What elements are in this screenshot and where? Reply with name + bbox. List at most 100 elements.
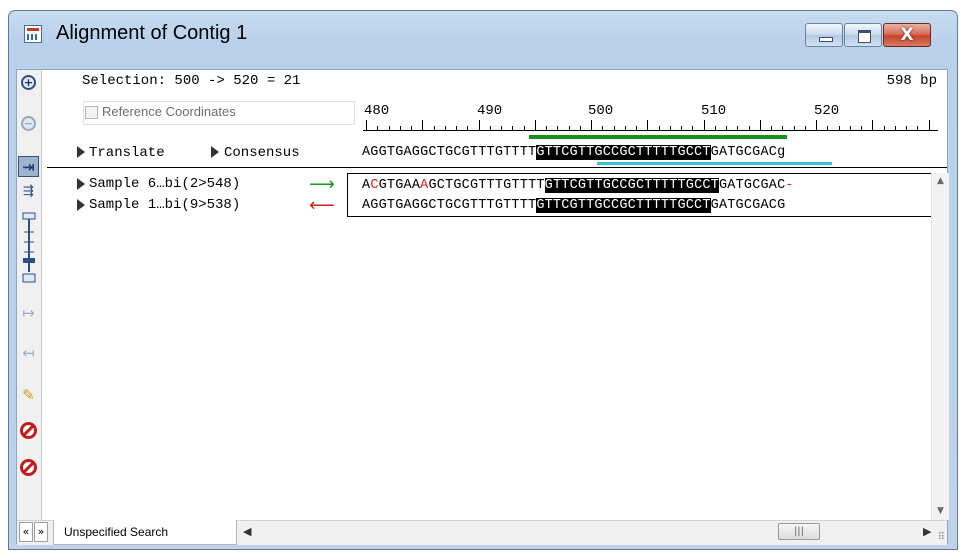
horizontal-scrollbar[interactable]: ◀ ||| ▶ (243, 523, 951, 543)
sample-sequence[interactable]: ACGTGAAAGCTGCGTTTGTTTTGTTCGTTGCCGCTTTTTG… (362, 178, 794, 193)
slider-tool[interactable] (18, 210, 39, 285)
alignment-view: + − ⇥ ⇶ ↦ ↤ ✎ Selection: 500 -> 520 = 21… (16, 69, 949, 545)
seq-segment: GCTGCGTTTGTTTT (428, 178, 545, 193)
window-title: Alignment of Contig 1 (56, 22, 248, 44)
ruler-tick (714, 126, 716, 130)
sample-sequence[interactable]: AGGTGAGGCTGCGTTTGTTTTGTTCGTTGCCGCTTTTTGC… (362, 198, 785, 213)
ruler-tick (489, 126, 491, 130)
consensus-expand-icon[interactable] (211, 146, 219, 158)
ruler-tick (782, 126, 784, 130)
translate-toggle[interactable]: Translate (89, 145, 165, 161)
maximize-button[interactable] (844, 23, 882, 47)
fit-width-button[interactable]: ⇥ (18, 156, 39, 177)
expand-icon: ⇶ (23, 184, 34, 199)
alignment-window: Alignment of Contig 1 X + − ⇥ ⇶ ↦ ↤ ✎ Se… (8, 10, 958, 550)
ruler-tick (467, 126, 469, 130)
ruler-tick (883, 126, 885, 130)
ruler-tick (737, 126, 739, 130)
ruler-tick (433, 126, 435, 130)
tab-unspecified-search[interactable]: Unspecified Search (53, 520, 237, 545)
seq-segment: AGGTGAGGCTGCGTTTGTTTT (362, 198, 537, 213)
ruler-tick (894, 126, 896, 130)
no-entry-alt-button[interactable] (18, 457, 39, 478)
scroll-up-icon[interactable]: ▲ (932, 173, 949, 190)
expand-button[interactable]: ⇶ (18, 181, 39, 202)
seq-gap: - (785, 178, 794, 193)
bottom-bar: « » Unspecified Search ◀ ||| ▶ ⠿ (17, 520, 947, 545)
seq-mismatch: C (370, 178, 379, 193)
shift-left-icon: ↤ (22, 343, 35, 362)
ruler-tick (906, 126, 907, 130)
ruler-tick (501, 126, 502, 130)
maximize-icon (858, 30, 871, 43)
ruler-tick (512, 126, 514, 130)
resize-grip-icon[interactable]: ⠿ (938, 532, 945, 543)
ruler-label: 500 (588, 103, 614, 119)
scroll-down-icon[interactable]: ▼ (932, 503, 949, 520)
seq-selection: GTTCGTTGCCGCTTTTTGCCT (536, 145, 711, 160)
app-icon[interactable] (24, 25, 42, 43)
seq-segment: AGGTGAGGCTGCGTTTGTTTT (362, 145, 537, 160)
seq-segment: GATGCGACG (710, 198, 786, 213)
ruler-tick (793, 126, 795, 130)
shift-right-button[interactable]: ↦ (18, 302, 39, 323)
forward-arrow-icon: ⟶ (309, 174, 335, 195)
consensus-selection-underline (597, 162, 832, 165)
reverse-arrow-icon: ⟵ (309, 195, 335, 216)
ruler-baseline (363, 130, 938, 131)
fit-width-icon: ⇥ (22, 157, 35, 176)
ruler-tick (647, 120, 649, 130)
ruler-tick (703, 120, 705, 130)
scroll-right-icon[interactable]: ▶ (923, 525, 931, 538)
ruler-tick (534, 120, 536, 130)
ruler-label: 510 (701, 103, 727, 119)
no-entry-button[interactable] (18, 420, 39, 441)
ruler-label: 520 (814, 103, 840, 119)
shift-left-button[interactable]: ↤ (18, 342, 39, 363)
ruler-tick (849, 126, 851, 130)
ruler-tick (658, 126, 660, 130)
seq-segment: GTGAA (378, 178, 421, 193)
consensus-toggle[interactable]: Consensus (224, 145, 300, 161)
minimize-button[interactable] (805, 23, 843, 47)
ruler-tick (591, 120, 592, 130)
ruler-tick (399, 126, 401, 130)
consensus-sequence[interactable]: AGGTGAGGCTGCGTTTGTTTTGTTCGTTGCCGCTTTTTGC… (362, 145, 785, 160)
close-button[interactable]: X (883, 23, 931, 47)
ruler-tick (546, 126, 547, 130)
ruler-tick (579, 126, 581, 130)
scroll-left-icon[interactable]: ◀ (243, 525, 251, 538)
ruler-tick (557, 126, 559, 130)
nav-next-button[interactable]: » (34, 522, 48, 542)
title-bar[interactable]: Alignment of Contig 1 X (9, 11, 957, 71)
ruler-tick (681, 126, 682, 130)
translate-expand-icon[interactable] (77, 146, 85, 158)
ruler-tick (816, 120, 817, 130)
ruler-tick (411, 126, 412, 130)
edit-button[interactable]: ✎ (18, 384, 39, 405)
ruler-tick (771, 126, 772, 130)
ruler-tick (872, 120, 874, 130)
vertical-scrollbar[interactable]: ▲ ▼ (931, 173, 949, 520)
minimize-icon (819, 37, 833, 42)
no-entry-icon (20, 422, 37, 439)
ruler-tick (861, 126, 862, 130)
ruler-tick (669, 126, 671, 130)
ruler-tick (456, 126, 457, 130)
ruler-tick (377, 126, 379, 130)
ruler-tick (928, 120, 930, 130)
ruler-tick (388, 126, 390, 130)
divider (47, 167, 947, 168)
ruler-tick (613, 126, 615, 130)
sample-expand-icon[interactable] (77, 178, 85, 190)
ruler-tick (478, 120, 480, 130)
slider-icon (22, 212, 35, 282)
edit-icon: ✎ (22, 385, 35, 404)
sample-name: Sample 6…bi(2>548) (89, 176, 241, 192)
ruler-tick (726, 126, 727, 130)
nav-prev-button[interactable]: « (19, 522, 33, 542)
sample-expand-icon[interactable] (77, 199, 85, 211)
no-entry-alt-icon (20, 459, 37, 476)
scroll-thumb[interactable]: ||| (778, 523, 820, 540)
close-icon: X (900, 25, 914, 45)
